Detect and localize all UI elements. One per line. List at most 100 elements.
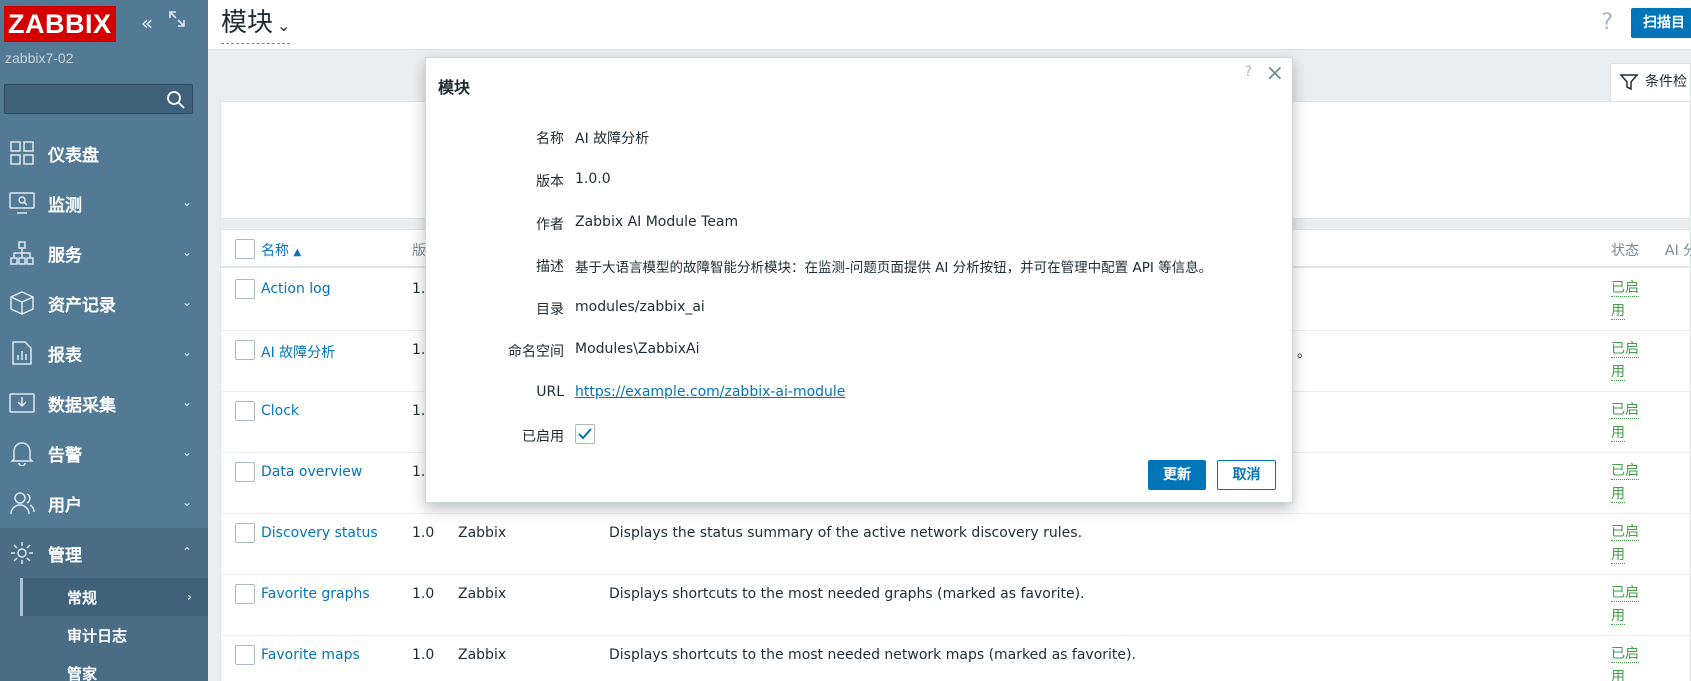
chevron-down-icon: ⌄ xyxy=(277,16,291,35)
gear-icon xyxy=(4,539,40,567)
collapse-sidebar-icon[interactable]: « xyxy=(136,10,158,36)
ai-column-header: AI 分 xyxy=(1665,243,1691,259)
module-version: 1. xyxy=(412,281,426,297)
module-name-value: AI 故障分析 xyxy=(575,131,650,147)
form-label: 版本 xyxy=(536,174,564,190)
select-all-checkbox[interactable] xyxy=(235,239,255,259)
module-name-link[interactable]: Action log xyxy=(261,281,331,297)
module-status-toggle[interactable]: 已启用 xyxy=(1611,277,1645,324)
menu-item-administration[interactable]: 管理 ⌃ xyxy=(0,528,208,578)
monitoring-icon xyxy=(4,189,40,217)
module-author: Zabbix xyxy=(458,525,507,541)
menu-item-data-collection[interactable]: 数据采集 ⌄ xyxy=(0,378,208,428)
row-checkbox[interactable] xyxy=(235,523,255,543)
form-row-version: 版本 1.0.0 xyxy=(426,169,1292,193)
row-checkbox[interactable] xyxy=(235,584,255,604)
module-description: 。 xyxy=(1297,345,1311,361)
module-status-toggle[interactable]: 已启用 xyxy=(1611,643,1645,681)
row-checkbox[interactable] xyxy=(235,645,255,665)
module-version: 1. xyxy=(412,342,426,358)
sidebar: ZABBIX « zabbix7-02 仪表盘 监测 ⌄ 服务 ⌄ 资产记录 ⌄… xyxy=(0,0,208,681)
sidebar-search-input[interactable] xyxy=(4,84,193,114)
cancel-button[interactable]: 取消 xyxy=(1217,460,1276,490)
search-icon[interactable] xyxy=(166,90,186,110)
module-author: Zabbix xyxy=(458,647,507,663)
menu-label: 告警 xyxy=(48,445,82,466)
module-status-toggle[interactable]: 已启用 xyxy=(1611,460,1645,507)
submenu-label: 管家 xyxy=(67,664,98,681)
table-row: Favorite graphs 1.0 Zabbix Displays shor… xyxy=(221,575,1690,636)
status-column-header: 状态 xyxy=(1611,243,1639,259)
module-name-link[interactable]: Discovery status xyxy=(261,525,378,541)
page-header: 模块 ⌄ ? 扫描目 xyxy=(208,0,1691,50)
menu-item-monitoring[interactable]: 监测 ⌄ xyxy=(0,178,208,228)
row-checkbox[interactable] xyxy=(235,340,255,360)
kiosk-mode-icon[interactable] xyxy=(166,10,188,36)
server-hostname: zabbix7-02 xyxy=(5,50,74,66)
module-description: Displays the status summary of the activ… xyxy=(609,525,1083,541)
zabbix-logo[interactable]: ZABBIX xyxy=(4,6,116,42)
module-status-toggle[interactable]: 已启用 xyxy=(1611,338,1645,385)
checkmark-icon xyxy=(578,428,592,440)
row-checkbox[interactable] xyxy=(235,401,255,421)
help-icon[interactable]: ? xyxy=(1245,64,1252,80)
submenu-item-audit-log[interactable]: 审计日志 xyxy=(0,616,208,654)
close-icon[interactable]: × xyxy=(1266,61,1284,86)
module-version: 1. xyxy=(412,464,426,480)
page-title[interactable]: 模块 ⌄ xyxy=(221,6,291,44)
help-icon[interactable]: ? xyxy=(1601,10,1613,35)
menu-label: 报表 xyxy=(48,345,82,366)
module-status-toggle[interactable]: 已启用 xyxy=(1611,521,1645,568)
submenu-item-general[interactable]: 常规 › xyxy=(0,578,208,616)
row-checkbox[interactable] xyxy=(235,462,255,482)
module-edit-dialog: 模块 ? × 名称 AI 故障分析 版本 1.0.0 作者 Zabbix AI … xyxy=(425,57,1293,503)
submenu-item-housekeeping[interactable]: 管家 xyxy=(0,654,208,681)
module-name-link[interactable]: Favorite graphs xyxy=(261,586,370,602)
menu-item-alerts[interactable]: 告警 ⌄ xyxy=(0,428,208,478)
dashboard-icon xyxy=(4,139,40,167)
module-status-toggle[interactable]: 已启用 xyxy=(1611,582,1645,629)
chevron-down-icon: ⌄ xyxy=(181,495,192,509)
chevron-down-icon: ⌄ xyxy=(181,445,192,459)
filter-tab-label: 条件检 xyxy=(1645,74,1687,90)
chevron-down-icon: ⌄ xyxy=(181,295,192,309)
module-author: Zabbix xyxy=(458,586,507,602)
menu-label: 仪表盘 xyxy=(48,145,99,166)
chevron-down-icon: ⌄ xyxy=(181,195,192,209)
name-column-header[interactable]: 名称 ▲ xyxy=(261,240,301,260)
table-row: Discovery status 1.0 Zabbix Displays the… xyxy=(221,514,1690,575)
module-version: 1.0 xyxy=(412,647,435,663)
module-version: 1. xyxy=(412,403,426,419)
menu-item-reports[interactable]: 报表 ⌄ xyxy=(0,328,208,378)
menu-item-services[interactable]: 服务 ⌄ xyxy=(0,228,208,278)
enabled-checkbox[interactable] xyxy=(575,424,595,444)
module-author-value: Zabbix AI Module Team xyxy=(575,214,739,230)
filter-tab[interactable]: 条件检 xyxy=(1610,63,1691,101)
row-checkbox[interactable] xyxy=(235,279,255,299)
form-label: 命名空间 xyxy=(508,344,564,360)
menu-item-users[interactable]: 用户 ⌄ xyxy=(0,478,208,528)
menu-item-dashboard[interactable]: 仪表盘 xyxy=(0,128,208,178)
module-description: Displays shortcuts to the most needed gr… xyxy=(609,586,1085,602)
menu-label: 数据采集 xyxy=(48,395,116,416)
menu-item-inventory[interactable]: 资产记录 ⌄ xyxy=(0,278,208,328)
update-button[interactable]: 更新 xyxy=(1148,460,1206,490)
dialog-title: 模块 xyxy=(438,78,471,97)
chevron-right-icon: › xyxy=(187,590,192,604)
data-collection-icon xyxy=(4,389,40,417)
reports-icon xyxy=(4,339,40,367)
module-name-link[interactable]: Clock xyxy=(261,403,299,419)
version-column-header[interactable]: 版 xyxy=(412,240,426,260)
form-label: URL xyxy=(536,384,564,400)
module-name-link[interactable]: Favorite maps xyxy=(261,647,360,663)
module-name-link[interactable]: AI 故障分析 xyxy=(261,342,335,362)
menu-label: 管理 xyxy=(48,545,82,566)
module-url-link[interactable]: https://example.com/zabbix-ai-module xyxy=(575,384,845,400)
chevron-down-icon: ⌄ xyxy=(181,395,192,409)
module-name-link[interactable]: Data overview xyxy=(261,464,362,480)
form-label: 作者 xyxy=(536,217,564,233)
scan-directory-button[interactable]: 扫描目 xyxy=(1631,8,1691,38)
chevron-up-icon: ⌃ xyxy=(181,545,192,559)
form-row-name: 名称 AI 故障分析 xyxy=(426,126,1292,150)
module-status-toggle[interactable]: 已启用 xyxy=(1611,399,1645,446)
